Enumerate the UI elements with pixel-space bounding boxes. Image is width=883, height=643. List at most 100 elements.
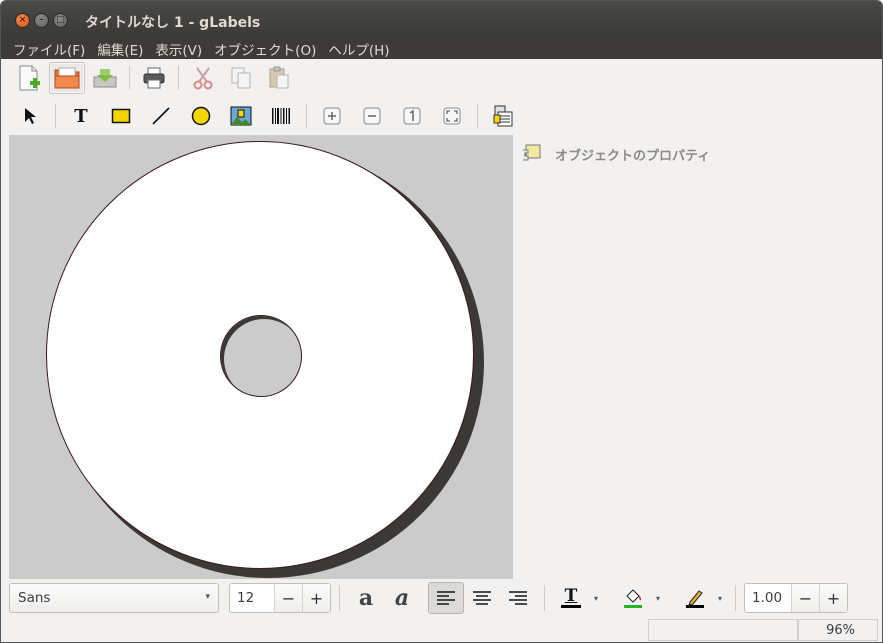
font-size-increase-button[interactable]: +	[302, 584, 330, 612]
toolbar-separator	[55, 104, 56, 128]
window-controls: × – □	[15, 13, 68, 28]
open-button[interactable]	[49, 62, 85, 94]
align-right-icon	[509, 591, 527, 605]
close-window-button[interactable]: ×	[15, 13, 30, 28]
italic-button[interactable]: a	[384, 582, 420, 614]
window-title: タイトルなし 1 - gLabels	[85, 15, 261, 31]
box-tool-button[interactable]	[102, 100, 140, 132]
bold-icon: a	[358, 585, 374, 611]
menu-view[interactable]: 表示(V)	[149, 37, 208, 59]
select-tool-button[interactable]	[11, 100, 49, 132]
barcode-icon	[272, 108, 290, 124]
font-size-decrease-button[interactable]: −	[274, 584, 302, 612]
menu-file[interactable]: ファイル(F)	[7, 37, 91, 59]
line-width-spinner[interactable]: 1.00 − +	[744, 583, 848, 613]
cut-icon	[193, 67, 213, 90]
image-icon	[230, 106, 252, 126]
line-color-button[interactable]	[677, 582, 713, 614]
align-left-button[interactable]	[428, 582, 464, 614]
menu-help[interactable]: ヘルプ(H)	[322, 37, 395, 59]
cut-button[interactable]	[185, 62, 221, 94]
toolbar-separator	[339, 585, 340, 611]
image-tool-button[interactable]	[222, 100, 260, 132]
font-family-combo[interactable]: Sans ▾	[9, 583, 219, 613]
zoom-in-icon	[323, 107, 341, 125]
main-toolbar	[1, 59, 882, 97]
print-button[interactable]	[136, 62, 172, 94]
barcode-tool-button[interactable]	[262, 100, 300, 132]
line-tool-button[interactable]	[142, 100, 180, 132]
copy-icon	[231, 67, 251, 89]
paste-button[interactable]	[261, 62, 297, 94]
chevron-down-icon[interactable]: ▾	[713, 594, 727, 603]
line-icon	[152, 107, 170, 125]
toolbar-separator	[306, 104, 307, 128]
toolbar-separator	[544, 585, 545, 611]
paint-bucket-icon	[624, 589, 642, 608]
ellipse-icon	[191, 106, 211, 126]
save-icon	[93, 69, 117, 88]
drawing-toolbar: T	[1, 97, 882, 135]
fill-color-button[interactable]	[615, 582, 651, 614]
cd-label-hole	[220, 315, 302, 397]
status-bar: 96%	[1, 617, 882, 642]
app-window: × – □ タイトルなし 1 - gLabels ファイル(F) 編集(E) 表…	[0, 0, 883, 643]
merge-properties-icon	[493, 105, 513, 127]
font-size-value[interactable]: 12	[230, 584, 274, 612]
paste-icon	[269, 66, 289, 89]
font-family-value: Sans	[18, 590, 51, 606]
menu-bar: ファイル(F) 編集(E) 表示(V) オブジェクト(O) ヘルプ(H)	[1, 37, 882, 59]
new-icon	[19, 65, 40, 91]
line-width-value[interactable]: 1.00	[745, 584, 791, 612]
italic-icon: a	[394, 585, 410, 611]
toolbar-separator	[129, 66, 130, 90]
arrow-icon	[25, 108, 36, 124]
menu-edit[interactable]: 編集(E)	[91, 37, 149, 59]
text-color-icon: T	[561, 588, 581, 608]
chevron-down-icon[interactable]: ▾	[589, 594, 603, 603]
line-width-increase-button[interactable]: +	[819, 584, 847, 612]
maximize-window-button[interactable]: □	[53, 13, 68, 28]
font-size-spinner[interactable]: 12 − +	[229, 583, 331, 613]
line-width-decrease-button[interactable]: −	[791, 584, 819, 612]
text-icon: T	[74, 105, 88, 127]
cd-label[interactable]	[46, 141, 474, 569]
align-center-icon	[473, 591, 491, 605]
align-center-button[interactable]	[464, 582, 500, 614]
align-right-button[interactable]	[500, 582, 536, 614]
format-toolbar: Sans ▾ 12 − + a a T ▾ ▾ ▾ 1.00 − +	[1, 579, 882, 617]
merge-properties-button[interactable]	[484, 100, 522, 132]
zoom-fit-button[interactable]	[433, 100, 471, 132]
zoom-1to1-button[interactable]	[393, 100, 431, 132]
toolbar-separator	[477, 104, 478, 128]
label-canvas[interactable]	[9, 135, 513, 579]
toolbar-separator	[735, 585, 736, 611]
properties-icon	[521, 142, 543, 168]
ellipse-tool-button[interactable]	[182, 100, 220, 132]
toolbar-separator	[178, 66, 179, 90]
print-icon	[143, 67, 165, 89]
zoom-fit-icon	[443, 107, 461, 125]
minimize-window-button[interactable]: –	[34, 13, 49, 28]
menu-objects[interactable]: オブジェクト(O)	[208, 37, 322, 59]
bold-button[interactable]: a	[348, 582, 384, 614]
pencil-icon	[686, 590, 704, 608]
status-message-area	[648, 619, 798, 641]
text-color-button[interactable]: T	[553, 582, 589, 614]
new-button[interactable]	[11, 62, 47, 94]
zoom-out-icon	[363, 107, 381, 125]
zoom-status: 96%	[798, 619, 878, 641]
text-tool-button[interactable]: T	[62, 100, 100, 132]
save-button[interactable]	[87, 62, 123, 94]
chevron-down-icon: ▾	[205, 592, 210, 602]
copy-button[interactable]	[223, 62, 259, 94]
title-bar[interactable]: × – □ タイトルなし 1 - gLabels	[1, 1, 882, 37]
box-icon	[111, 108, 131, 124]
zoom-out-button[interactable]	[353, 100, 391, 132]
align-left-icon	[437, 591, 455, 605]
open-icon	[54, 67, 80, 89]
properties-title: オブジェクトのプロパティ	[555, 149, 711, 164]
chevron-down-icon[interactable]: ▾	[651, 594, 665, 603]
zoom-1to1-icon	[403, 107, 421, 125]
zoom-in-button[interactable]	[313, 100, 351, 132]
